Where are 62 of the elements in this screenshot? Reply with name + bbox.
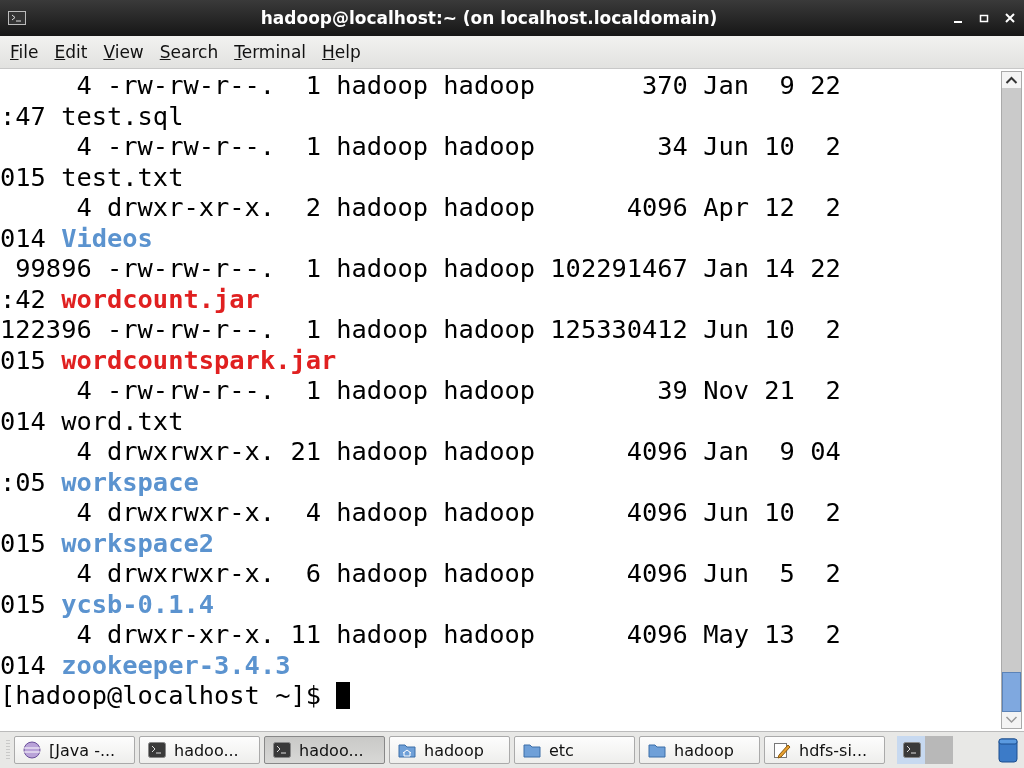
terminal-line: :05 (0, 466, 47, 497)
text-cursor (336, 682, 351, 709)
scrollbar[interactable] (1001, 71, 1022, 729)
workspace-switcher[interactable] (897, 736, 953, 764)
terminal-icon (903, 742, 921, 758)
terminal-line: 015 (0, 344, 47, 375)
terminal-line: :47 (0, 100, 47, 131)
file-name: word.txt (61, 405, 184, 436)
menu-item[interactable]: Terminal (228, 40, 313, 64)
terminal-line: 015 (0, 527, 47, 558)
trash-icon[interactable] (998, 737, 1018, 763)
terminal-line: 4 drwxrwxr-x. 21 hadoop hadoop 4096 Jan 9 04 (75, 436, 841, 466)
terminal-line: 014 (0, 222, 47, 253)
menu-item[interactable]: Edit (48, 40, 94, 64)
menu-item[interactable]: Search (153, 40, 225, 64)
file-name: test.txt (61, 161, 184, 192)
menu-item[interactable]: View (97, 40, 150, 64)
taskbar-button[interactable]: hadoop (639, 736, 760, 764)
maximize-button[interactable] (978, 12, 990, 24)
terminal-line: 4 -rw-rw-r--. 1 hadoop hadoop 370 Jan 9 22 (75, 70, 841, 100)
scrollbar-thumb[interactable] (1002, 672, 1021, 712)
terminal-line: 014 (0, 649, 47, 680)
taskbar-button[interactable]: hadoo... (264, 736, 385, 764)
menu-item[interactable]: File (4, 40, 45, 64)
terminal-icon (273, 742, 291, 758)
taskbar-button[interactable]: etc (514, 736, 635, 764)
terminal-icon (148, 742, 166, 758)
folder-icon (523, 742, 541, 758)
scroll-up-icon[interactable] (1002, 72, 1021, 88)
terminal-line: 4 drwxrwxr-x. 6 hadoop hadoop 4096 Jun 5 2 (75, 558, 841, 588)
file-name: zookeeper-3.4.3 (61, 649, 291, 680)
file-name: wordcountspark.jar (61, 344, 337, 375)
globe-icon (23, 741, 41, 759)
terminal-line: 015 (0, 161, 47, 192)
terminal-line: 4 drwxr-xr-x. 11 hadoop hadoop 4096 May 13 2 (75, 619, 841, 649)
terminal-line: 122396 -rw-rw-r--. 1 hadoop hadoop 125330412 Jun 10 2 (0, 314, 841, 344)
file-name: ycsb-0.1.4 (61, 588, 215, 619)
terminal-icon (8, 11, 26, 25)
terminal-line: :42 (0, 283, 47, 314)
taskbar-button[interactable]: [Java -... (14, 736, 135, 764)
file-name: Videos (61, 222, 153, 253)
terminal-line: 99896 -rw-rw-r--. 1 hadoop hadoop 102291467 Jan 14 22 (14, 253, 841, 283)
shell-prompt: [hadoop@localhost ~]$ (0, 680, 322, 710)
taskbar-button[interactable]: hadoop (389, 736, 510, 764)
pencil-document-icon (773, 741, 791, 759)
terminal-line: 4 -rw-rw-r--. 1 hadoop hadoop 39 Nov 21 2 (75, 375, 841, 405)
file-name: test.sql (61, 100, 184, 131)
terminal-line: 4 -rw-rw-r--. 1 hadoop hadoop 34 Jun 10 2 (75, 131, 841, 161)
file-name: workspace (61, 466, 199, 497)
menu-item[interactable]: Help (316, 40, 367, 64)
folder-icon (648, 742, 666, 758)
terminal-line: 4 drwxr-xr-x. 2 hadoop hadoop 4096 Apr 12 2 (75, 192, 841, 222)
terminal-line: 015 (0, 588, 47, 619)
file-name: workspace2 (61, 527, 215, 558)
file-name: wordcount.jar (61, 283, 260, 314)
close-button[interactable] (1004, 12, 1016, 24)
home-folder-icon (398, 742, 416, 758)
taskbar-button[interactable]: hdfs-si... (764, 736, 885, 764)
window-title: hadoop@localhost:~ (on localhost.localdomain) (259, 8, 719, 28)
terminal-line: 014 (0, 405, 47, 436)
terminal-line: 4 drwxrwxr-x. 4 hadoop hadoop 4096 Jun 10 2 (75, 497, 841, 527)
taskbar-button[interactable]: hadoo... (139, 736, 260, 764)
